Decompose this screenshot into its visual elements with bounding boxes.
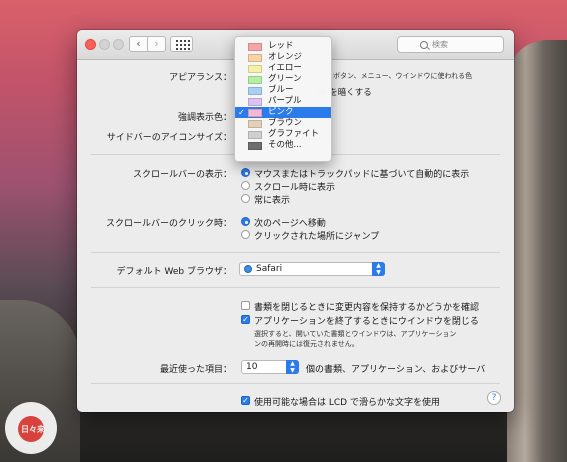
lcd-smoothing-checkbox[interactable]: ✓ [241, 396, 250, 405]
scrollbar-auto-radio[interactable] [241, 168, 250, 177]
separator [91, 383, 500, 384]
appearance-description: ボタン、メニュー、ウインドウに使われる色 [333, 72, 473, 80]
menu-item-graphite[interactable]: グラファイト [235, 129, 331, 140]
close-windows-note-line2: ンの再開時には復元されません。 [254, 340, 359, 348]
scrollbar-scrolling-label: スクロール時に表示 [254, 183, 336, 193]
click-next-page-label: 次のページへ移動 [254, 219, 326, 229]
sidebar-icon-size-label: サイドバーのアイコンサイズ： [106, 133, 232, 143]
menu-item-other[interactable]: その他... [235, 140, 331, 151]
color-swatch [248, 87, 262, 95]
scrollbar-show-label: スクロールバーの表示： [132, 170, 232, 180]
highlight-color-label: 強調表示色： [177, 113, 232, 123]
default-browser-value: Safari [256, 264, 283, 274]
color-swatch [248, 98, 262, 106]
scrollbar-click-label: スクロールバーのクリック時： [105, 219, 232, 229]
popup-arrows-icon: ▲ ▼ [286, 360, 299, 374]
color-swatch [248, 109, 262, 117]
search-field[interactable]: 検索 [397, 36, 504, 53]
separator [91, 287, 500, 288]
color-swatch [248, 43, 262, 51]
close-windows-label: アプリケーションを終了するときにウインドウを閉じる [254, 317, 479, 327]
popup-arrows-icon: ▲ ▼ [372, 262, 385, 276]
show-all-button[interactable] [170, 36, 193, 52]
menu-item-pink[interactable]: ✓ ピンク [235, 107, 331, 118]
separator [91, 252, 500, 253]
color-swatch [248, 65, 262, 73]
chevron-right-icon: › [154, 37, 159, 50]
recent-items-label: 最近使った項目： [159, 365, 232, 375]
safari-icon [244, 265, 252, 273]
background-rock-right [507, 40, 567, 462]
menu-item-brown[interactable]: ブラウン [235, 118, 331, 129]
color-swatch [248, 76, 262, 84]
search-placeholder: 検索 [432, 40, 448, 49]
close-windows-checkbox[interactable]: ✓ [241, 315, 250, 324]
scrollbar-scrolling-radio[interactable] [241, 181, 250, 190]
menu-item-purple[interactable]: パープル [235, 96, 331, 107]
recent-items-value: 10 [246, 362, 258, 372]
scrollbar-auto-label: マウスまたはトラックパッドに基づいて自動的に表示 [254, 170, 470, 180]
color-swatch [248, 54, 262, 62]
appearance-label: アピアランス： [169, 73, 232, 83]
chevron-left-icon: ‹ [136, 37, 141, 50]
default-browser-popup[interactable]: Safari ▲ ▼ [239, 262, 385, 276]
close-button[interactable] [85, 39, 96, 50]
color-swatch [248, 142, 262, 150]
checkmark-icon: ✓ [238, 108, 245, 117]
recent-items-popup[interactable]: 10 ▲ ▼ [241, 360, 299, 374]
color-swatch [248, 131, 262, 139]
forward-button[interactable]: › [147, 36, 166, 52]
lcd-smoothing-label: 使用可能な場合は LCD で滑らかな文字を使用 [254, 398, 440, 408]
search-icon [420, 41, 428, 49]
minimize-button[interactable] [99, 39, 110, 50]
checkmark-icon: ✓ [242, 315, 249, 324]
ask-keep-changes-label: 書類を閉じるときに変更内容を保持するかどうかを確認 [254, 303, 480, 313]
click-jump-label: クリックされた場所にジャンプ [254, 232, 380, 242]
menu-item-red[interactable]: レッド [235, 41, 331, 52]
menu-item-green[interactable]: グリーン [235, 74, 331, 85]
click-next-page-radio[interactable] [241, 217, 250, 226]
scrollbar-always-label: 常に表示 [254, 196, 291, 206]
back-button[interactable]: ‹ [129, 36, 148, 52]
help-button[interactable]: ? [487, 391, 501, 405]
scrollbar-always-radio[interactable] [241, 194, 250, 203]
checkmark-icon: ✓ [242, 396, 249, 405]
menu-item-orange[interactable]: オレンジ [235, 52, 331, 63]
menu-item-blue[interactable]: ブルー [235, 85, 331, 96]
highlight-color-menu: レッド オレンジ イエロー グリーン ブルー パープル ✓ ピンク ブラウン グラ… [234, 36, 332, 162]
color-swatch [248, 120, 262, 128]
watermark-logo: 日々来 [5, 402, 57, 454]
recent-items-description: 個の書類、アプリケーション、およびサーバ [306, 365, 486, 375]
zoom-button[interactable] [113, 39, 124, 50]
watermark-text: 日々来 [21, 425, 45, 434]
close-windows-note-line1: 選択すると、開いていた書類とウインドウは、アプリケーション [254, 330, 457, 338]
menu-item-yellow[interactable]: イエロー [235, 63, 331, 74]
ask-keep-changes-checkbox[interactable] [241, 301, 250, 310]
default-browser-label: デフォルト Web ブラウザ： [116, 267, 232, 277]
click-jump-radio[interactable] [241, 230, 250, 239]
